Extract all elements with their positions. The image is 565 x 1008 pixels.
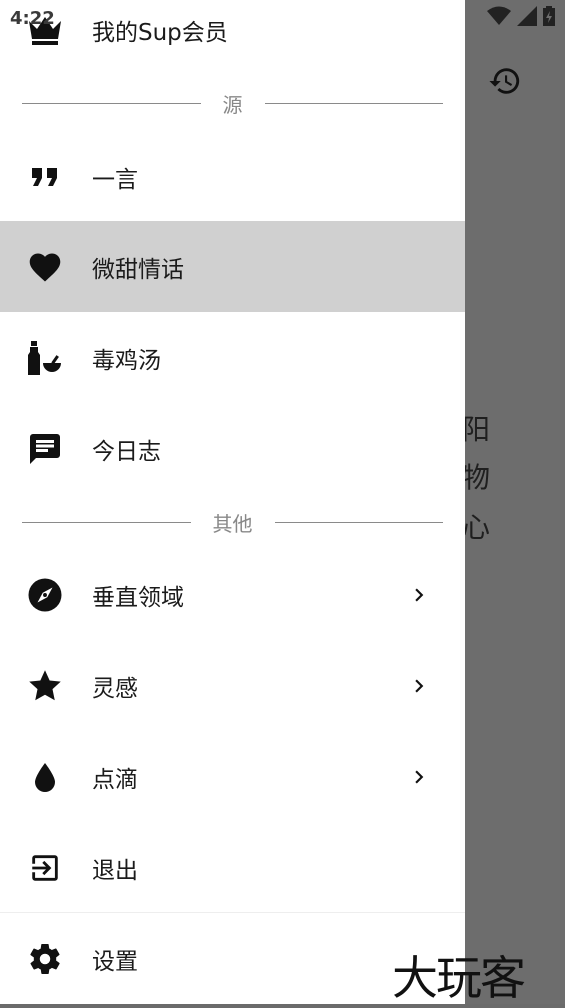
watermark-logo: 大玩客 xyxy=(392,951,526,1005)
section-line xyxy=(22,102,201,104)
section-line xyxy=(22,521,191,523)
navigation-drawer: 我的Sup会员 源 一言 微甜情话 毒鸡汤 今日志 其他 垂直领域 灵感 点滴 … xyxy=(0,0,465,1004)
background-text-1: 阳 xyxy=(462,413,491,446)
section-line xyxy=(264,102,443,104)
exit-icon xyxy=(26,849,64,887)
history-icon[interactable] xyxy=(488,64,522,98)
section-source: 源 xyxy=(22,88,443,118)
heart-icon xyxy=(26,248,64,286)
section-other: 其他 xyxy=(22,507,443,537)
nav-item-inspiration[interactable]: 灵感 xyxy=(0,640,465,731)
status-icons xyxy=(487,6,555,26)
membership-item[interactable]: 我的Sup会员 xyxy=(0,0,465,75)
gear-icon xyxy=(26,940,64,978)
section-source-title: 源 xyxy=(222,92,243,117)
background-text-3: 心 xyxy=(462,511,491,544)
nav-item-label: 灵感 xyxy=(92,675,138,702)
bottle-icon xyxy=(26,339,64,377)
battery-icon xyxy=(543,6,555,26)
chevron-right-icon xyxy=(415,770,424,783)
section-other-title: 其他 xyxy=(212,511,253,536)
nav-item-poison-soup[interactable]: 毒鸡汤 xyxy=(0,312,465,403)
wifi-icon xyxy=(487,6,511,25)
section-line xyxy=(274,521,443,523)
compass-icon xyxy=(26,576,64,614)
background-text-2: 物 xyxy=(462,461,491,494)
nav-item-yiyan[interactable]: 一言 xyxy=(0,131,465,222)
chat-icon xyxy=(26,430,64,468)
logout-label: 退出 xyxy=(92,857,138,884)
nav-item-label: 一言 xyxy=(92,166,138,193)
chevron-right-icon xyxy=(415,588,424,601)
chevron-right-icon xyxy=(415,679,424,692)
star-icon xyxy=(26,667,64,705)
quote-icon xyxy=(26,158,64,196)
settings-label: 设置 xyxy=(92,948,138,975)
nav-item-bits[interactable]: 点滴 xyxy=(0,731,465,822)
nav-item-label: 毒鸡汤 xyxy=(92,347,161,374)
drop-icon xyxy=(26,758,64,796)
nav-item-label: 微甜情话 xyxy=(92,256,184,283)
nav-item-label: 垂直领域 xyxy=(92,584,184,611)
logout-item[interactable]: 退出 xyxy=(0,822,465,913)
signal-icon xyxy=(517,6,537,26)
membership-label: 我的Sup会员 xyxy=(92,19,228,46)
nav-item-vertical-domain[interactable]: 垂直领域 xyxy=(0,549,465,640)
nav-item-today-log[interactable]: 今日志 xyxy=(0,403,465,494)
nav-item-sweet-talk[interactable]: 微甜情话 xyxy=(0,221,465,312)
nav-item-label: 点滴 xyxy=(92,766,138,793)
nav-item-label: 今日志 xyxy=(92,438,161,465)
status-time: 4:22 xyxy=(10,8,55,29)
